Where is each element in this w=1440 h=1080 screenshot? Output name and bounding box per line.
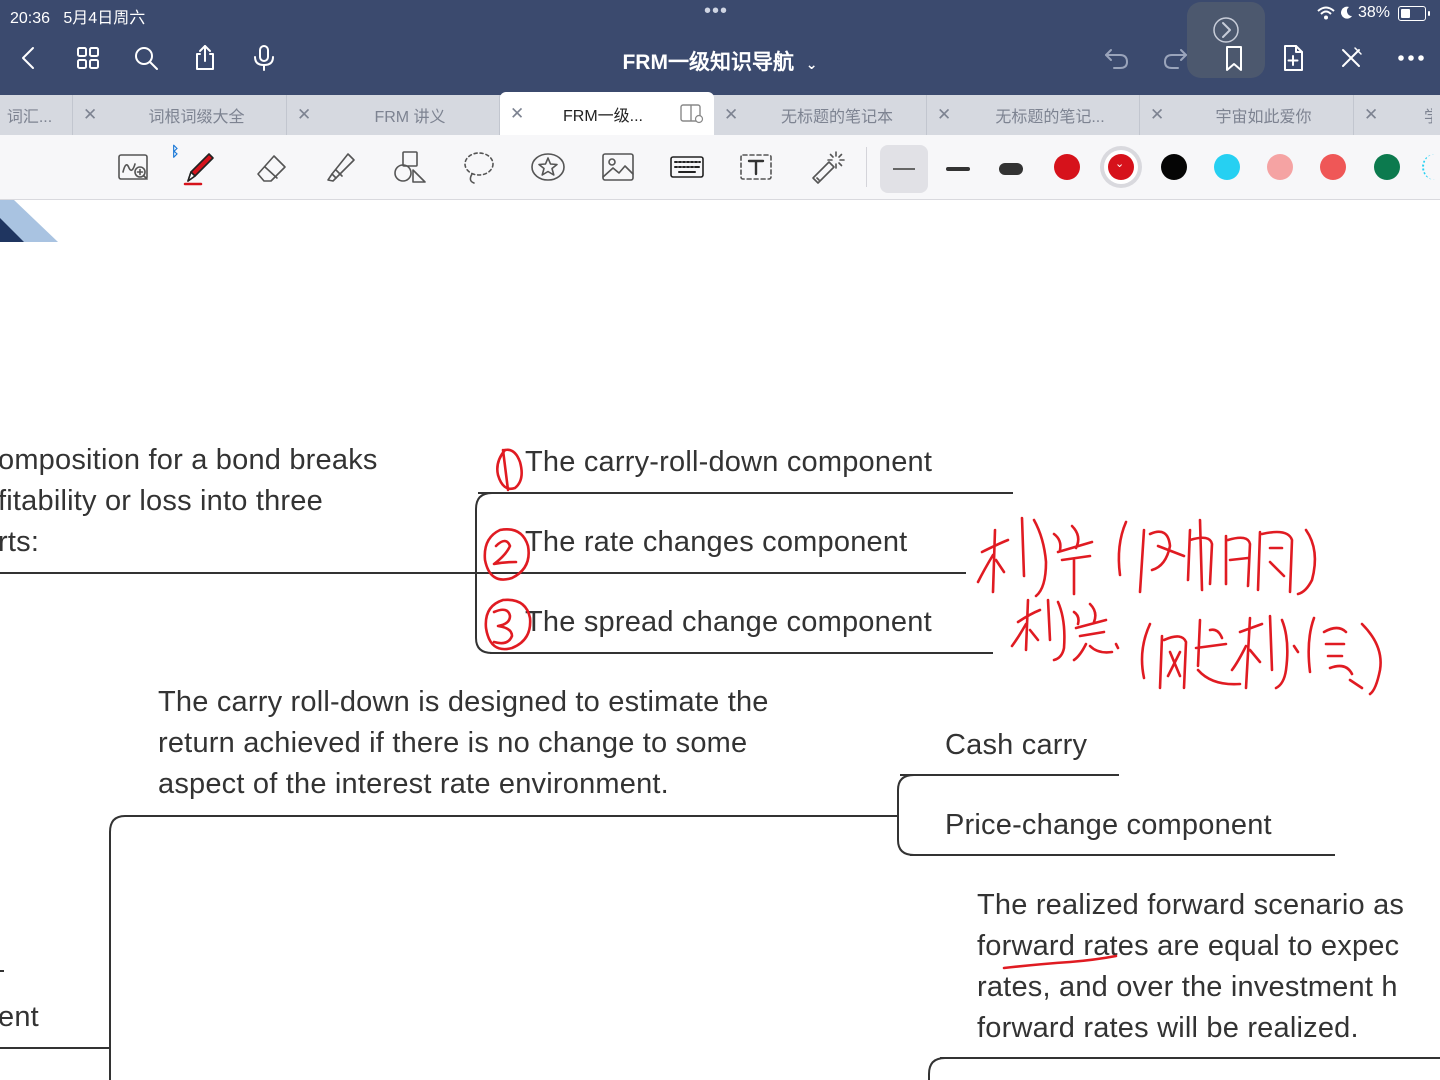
tab-frm-handout[interactable]: ✕ FRM 讲义 <box>287 95 500 135</box>
stroke-width-medium[interactable] <box>934 145 982 193</box>
redo-icon[interactable] <box>1158 40 1192 76</box>
tab-untitled-notebook[interactable]: ✕ 无标题的笔记本 <box>714 95 927 135</box>
app-header: 20:36 5月4日周六 ••• 38% FRM一级知识导航 ⌄ <box>0 0 1440 95</box>
share-icon[interactable] <box>188 40 222 76</box>
tab-bar: 词汇... ✕ 词根词缀大全 ✕ FRM 讲义 ✕ FRM一级... ✕ 无标题… <box>0 92 1440 135</box>
image-icon[interactable] <box>596 147 640 187</box>
status-time-date: 20:36 5月4日周六 <box>10 4 145 28</box>
tab-frm-level1[interactable]: ✕ FRM一级... <box>500 92 714 135</box>
text-box-icon[interactable] <box>734 147 778 187</box>
close-icon[interactable]: ✕ <box>297 105 311 125</box>
color-pink[interactable] <box>1267 154 1293 180</box>
close-icon[interactable]: ✕ <box>1364 105 1378 125</box>
ink-note-line-2 <box>1010 598 1382 696</box>
highlighter-icon[interactable] <box>319 147 363 187</box>
ink-circle-3 <box>484 598 532 651</box>
tab-vocabulary[interactable]: 词汇... <box>0 95 73 135</box>
stroke-width-thick[interactable] <box>987 145 1035 193</box>
lasso-icon[interactable] <box>457 147 501 187</box>
shapes-icon[interactable] <box>388 147 432 187</box>
tab-word-roots[interactable]: ✕ 词根词缀大全 <box>73 95 287 135</box>
laser-pointer-icon[interactable] <box>804 147 848 187</box>
eraser-icon[interactable] <box>249 147 293 187</box>
ink-circle-1 <box>496 448 523 492</box>
undo-icon[interactable] <box>1100 40 1134 76</box>
close-icon[interactable]: ✕ <box>1150 105 1164 125</box>
status-date: 5月4日周六 <box>63 10 146 27</box>
chevron-down-icon: ⌄ <box>1115 158 1125 170</box>
split-view-icon[interactable] <box>680 104 704 124</box>
close-icon[interactable]: ✕ <box>724 105 738 125</box>
multitask-dots-icon[interactable]: ••• <box>704 0 728 23</box>
status-time: 20:36 <box>10 10 51 27</box>
stroke-width-thin[interactable] <box>880 145 928 193</box>
pen-icon[interactable] <box>178 147 222 187</box>
battery-percent: 38% <box>1357 4 1390 21</box>
wifi-icon <box>1317 6 1335 20</box>
add-page-icon[interactable] <box>1276 40 1310 76</box>
color-red-selected[interactable]: ⌄ <box>1108 154 1134 180</box>
close-icon[interactable]: ✕ <box>937 105 951 125</box>
search-icon[interactable] <box>129 40 163 76</box>
microphone-icon[interactable] <box>247 40 281 76</box>
more-icon[interactable] <box>1394 40 1428 76</box>
battery-icon <box>1398 5 1430 21</box>
close-icon[interactable]: ✕ <box>83 105 97 125</box>
ink-underline-forward <box>1002 954 1118 970</box>
color-green[interactable] <box>1374 154 1400 180</box>
color-coral[interactable] <box>1320 154 1346 180</box>
tab-study[interactable]: ✕ 学 <box>1354 95 1440 135</box>
color-red[interactable] <box>1054 154 1080 180</box>
scan-icon[interactable] <box>111 147 155 187</box>
grid-view-icon[interactable] <box>71 40 105 76</box>
color-black[interactable] <box>1161 154 1187 180</box>
toolbar-divider <box>866 147 867 187</box>
moon-icon <box>1340 6 1352 19</box>
ink-circle-2 <box>483 528 530 581</box>
tab-untitled-notes[interactable]: ✕ 无标题的笔记... <box>927 95 1140 135</box>
bluetooth-icon: ᛒ <box>171 143 180 159</box>
status-indicators: 38% <box>1317 4 1430 22</box>
ink-note-line-1 <box>976 516 1317 598</box>
sticker-icon[interactable] <box>526 147 570 187</box>
close-icon[interactable]: ✕ <box>510 104 524 124</box>
color-cyan[interactable] <box>1214 154 1240 180</box>
tab-universe[interactable]: ✕ 宇宙如此爱你 <box>1140 95 1354 135</box>
note-canvas[interactable]: omposition for a bond breaks fitability … <box>0 200 1440 1080</box>
close-tools-icon[interactable] <box>1334 40 1368 76</box>
back-icon[interactable] <box>12 40 46 76</box>
bookmark-icon[interactable] <box>1217 40 1251 76</box>
document-title[interactable]: FRM一级知识导航 <box>622 51 794 74</box>
keyboard-icon[interactable] <box>665 147 709 187</box>
handwritten-annotations <box>483 448 1382 970</box>
chevron-down-icon[interactable]: ⌄ <box>806 56 818 72</box>
